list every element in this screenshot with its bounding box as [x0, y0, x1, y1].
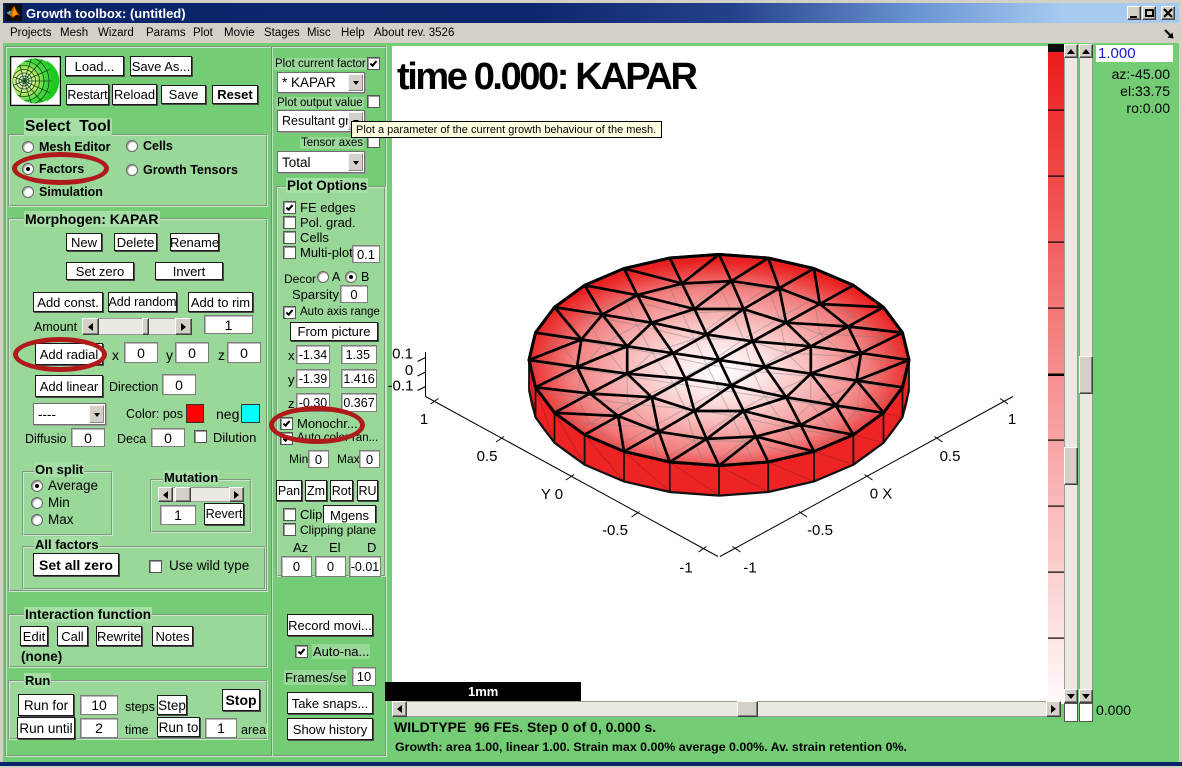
svg-text:-0.1: -0.1: [388, 378, 414, 395]
svg-text:-0.5: -0.5: [807, 522, 833, 539]
svg-text:-1: -1: [679, 560, 692, 577]
svg-text:0.5: 0.5: [940, 448, 961, 465]
svg-text:Y 0: Y 0: [541, 486, 563, 503]
svg-text:-0.5: -0.5: [602, 522, 628, 539]
svg-text:-1: -1: [743, 560, 756, 577]
svg-text:0.5: 0.5: [477, 448, 498, 465]
svg-text:0: 0: [405, 362, 413, 379]
svg-text:0 X: 0 X: [870, 486, 893, 503]
svg-text:1: 1: [420, 411, 428, 428]
svg-text:0.1: 0.1: [392, 346, 413, 363]
svg-text:1: 1: [1008, 411, 1016, 428]
